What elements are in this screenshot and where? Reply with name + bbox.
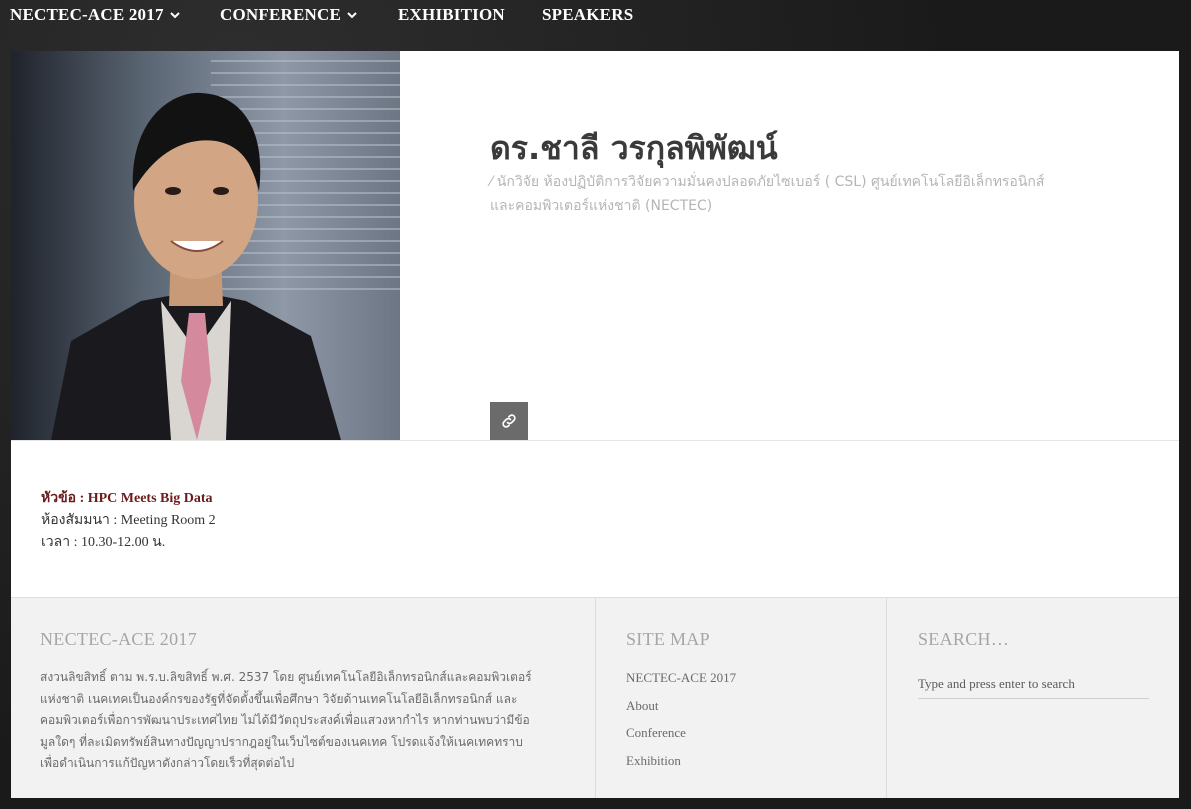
sitemap-link-about[interactable]: About xyxy=(626,698,659,714)
footer-search-title: SEARCH… xyxy=(918,629,1010,649)
nav-item-nectec-ace[interactable]: NECTEC-ACE 2017 xyxy=(10,5,180,25)
footer-sitemap-column: SITE MAP NECTEC-ACE 2017 About Conferenc… xyxy=(595,598,887,798)
link-icon xyxy=(502,414,516,428)
nav-item-conference[interactable]: CONFERENCE xyxy=(220,5,357,25)
footer-about-line: แห่งชาติ เนคเทคเป็นองค์กรของรัฐที่จัดตั้… xyxy=(40,691,518,706)
footer-about-line: มูลใดๆ ที่ละเมิดทรัพย์สินทางปัญญาปรากฎอย… xyxy=(40,734,523,749)
chevron-down-icon xyxy=(347,12,357,19)
footer-about-line: คอมพิวเตอร์เพื่อการพัฒนาประเทศไทย ไม่ได้… xyxy=(40,713,530,727)
search-input[interactable] xyxy=(918,676,1149,699)
footer-search-column: SEARCH… xyxy=(886,598,1180,798)
divider xyxy=(11,440,1179,441)
session-time: เวลา : 10.30-12.00 น. xyxy=(41,535,166,550)
session-room: ห้องสัมมนา : Meeting Room 2 xyxy=(41,513,216,528)
chevron-down-icon xyxy=(169,12,180,19)
nav-item-exhibition[interactable]: EXHIBITION xyxy=(398,5,505,25)
speaker-role-line: และคอมพิวเตอร์แห่งชาติ (NECTEC) xyxy=(490,198,713,214)
speaker-photo xyxy=(11,51,400,440)
nav-item-speakers[interactable]: SPEAKERS xyxy=(542,5,633,25)
speaker-link-button[interactable] xyxy=(490,402,528,440)
session-topic: หัวข้อ : HPC Meets Big Data xyxy=(41,491,213,506)
nav-item-label: NECTEC-ACE 2017 xyxy=(10,5,164,24)
footer-about-title: NECTEC-ACE 2017 xyxy=(40,629,197,649)
nav-item-label: SPEAKERS xyxy=(542,5,634,24)
footer-about-line: เพื่อดำเนินการแก้ปัญหาดังกล่าวโดยเร็วที่… xyxy=(40,756,295,770)
footer-about-text: สงวนลิขสิทธิ์ ตาม พ.ร.บ.ลิขสิทธิ์ พ.ศ. 2… xyxy=(40,667,580,775)
speaker-role: ⁄ นักวิจัย ห้องปฏิบัติการวิจัยความมั่นคง… xyxy=(490,170,1110,218)
nav-item-label: CONFERENCE xyxy=(220,5,342,24)
sitemap-link-nectec-ace[interactable]: NECTEC-ACE 2017 xyxy=(626,670,736,686)
top-navigation: NECTEC-ACE 2017 CONFERENCE EXHIBITION SP… xyxy=(0,0,1191,50)
sitemap-link-conference[interactable]: Conference xyxy=(626,725,686,741)
speaker-role-line: ⁄ นักวิจัย ห้องปฏิบัติการวิจัยความมั่นคง… xyxy=(490,174,1045,190)
session-info: หัวข้อ : HPC Meets Big Data ห้องสัมมนา :… xyxy=(41,488,216,554)
footer-sitemap-title: SITE MAP xyxy=(626,629,710,649)
sitemap-link-exhibition[interactable]: Exhibition xyxy=(626,753,681,769)
speaker-card: ดร.ชาลี วรกุลพิพัฒน์ ⁄ นักวิจัย ห้องปฏิบ… xyxy=(11,51,1179,597)
footer-about-column: NECTEC-ACE 2017 สงวนลิขสิทธิ์ ตาม พ.ร.บ.… xyxy=(11,598,595,798)
site-footer: NECTEC-ACE 2017 สงวนลิขสิทธิ์ ตาม พ.ร.บ.… xyxy=(11,597,1179,798)
nav-item-label: EXHIBITION xyxy=(398,5,505,24)
speaker-name: ดร.ชาลี วรกุลพิพัฒน์ xyxy=(490,129,778,167)
footer-about-line: สงวนลิขสิทธิ์ ตาม พ.ร.บ.ลิขสิทธิ์ พ.ศ. 2… xyxy=(40,670,532,684)
